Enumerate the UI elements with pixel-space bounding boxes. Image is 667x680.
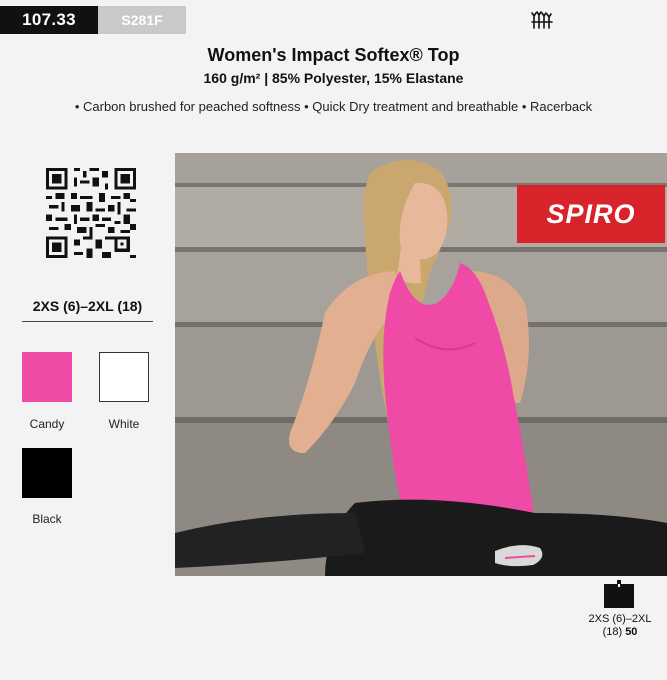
fitness-grade-icon: [531, 11, 553, 29]
pack-size-line2: (18) 50: [575, 626, 665, 639]
size-range: 2XS (6)–2XL (18): [22, 298, 153, 322]
pack-size-range: 2XS (6)–2XL: [588, 613, 652, 625]
product-title: Women's Impact Softex® Top: [207, 45, 460, 65]
color-label-white: White: [108, 417, 140, 431]
color-swatch-candy[interactable]: [22, 352, 72, 402]
product-subtitle: 160 g/m² | 85% Polyester, 15% Elastane: [203, 70, 464, 86]
page-number: 107.33: [0, 6, 98, 34]
spiro-logo: SPIRO: [517, 185, 665, 243]
color-swatch-black[interactable]: [22, 448, 72, 498]
color-label-black: Black: [32, 512, 62, 526]
pack-quantity-info: 2XS (6)–2XL (18) 50: [575, 613, 665, 639]
style-code: S281F: [98, 6, 186, 34]
color-label-candy: Candy: [29, 417, 65, 431]
pack-quantity: 50: [625, 626, 638, 638]
brand-logo-text: SPIRO: [546, 198, 636, 229]
qr-code-icon[interactable]: [46, 168, 136, 258]
carton-box-icon: [604, 580, 634, 608]
pack-size-end: (18): [602, 626, 623, 638]
color-swatch-white[interactable]: [99, 352, 149, 402]
product-features: • Carbon brushed for peached softness • …: [74, 99, 593, 114]
